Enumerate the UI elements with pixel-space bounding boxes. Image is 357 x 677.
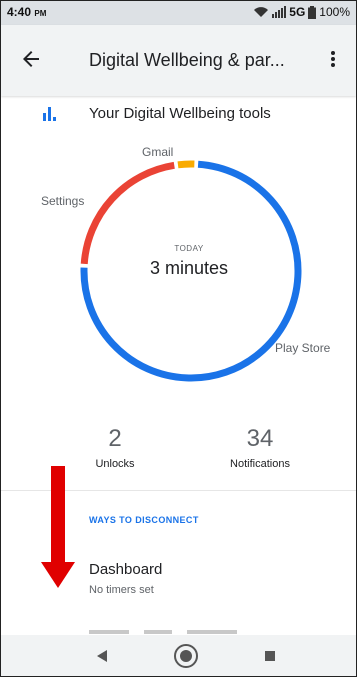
wifi-icon — [254, 7, 269, 17]
status-time: 4:40 PM — [7, 5, 46, 19]
battery-icon — [308, 5, 317, 19]
phone-screen: 4:40 PM 5G 100% Digital Wellbeing & par.… — [0, 0, 357, 677]
more-vert-icon[interactable] — [323, 47, 343, 71]
nav-back-icon[interactable] — [89, 643, 115, 669]
section-title: Your Digital Wellbeing tools — [89, 105, 271, 122]
today-label: TODAY — [174, 244, 204, 253]
unlocks-count: 2 — [108, 425, 122, 452]
status-time-value: 4:40 — [7, 5, 32, 19]
nav-home-icon[interactable] — [173, 643, 199, 669]
app-bar: Digital Wellbeing & par... — [1, 25, 356, 96]
settings-label: Settings — [41, 194, 85, 208]
nav-recents-icon[interactable] — [257, 643, 283, 669]
battery-level: 100% — [319, 5, 350, 19]
total-time: 3 minutes — [149, 258, 229, 278]
annotation-arrow-icon — [41, 466, 75, 588]
play-store-label: Play Store — [275, 341, 331, 355]
ways-to-disconnect-header: WAYS TO DISCONNECT — [89, 515, 199, 525]
signal-icon — [272, 6, 287, 18]
network-type: 5G — [289, 5, 306, 19]
bar-chart-icon — [43, 107, 56, 121]
notifications-count: 34 — [246, 425, 274, 452]
status-bar: 4:40 PM 5G 100% — [1, 1, 356, 25]
dashboard-subtitle: No timers set — [89, 584, 154, 596]
gmail-label: Gmail — [142, 145, 174, 159]
dashboard-title: Dashboard — [89, 561, 163, 578]
status-icons: 5G 100% — [253, 5, 350, 19]
page-title: Digital Wellbeing & par... — [89, 50, 285, 70]
donut-segment-gmail — [177, 160, 195, 169]
navigation-bar — [1, 635, 356, 676]
back-arrow-icon[interactable] — [19, 47, 43, 71]
notifications-label: Notifications — [230, 458, 290, 470]
status-time-ampm: PM — [34, 9, 47, 18]
